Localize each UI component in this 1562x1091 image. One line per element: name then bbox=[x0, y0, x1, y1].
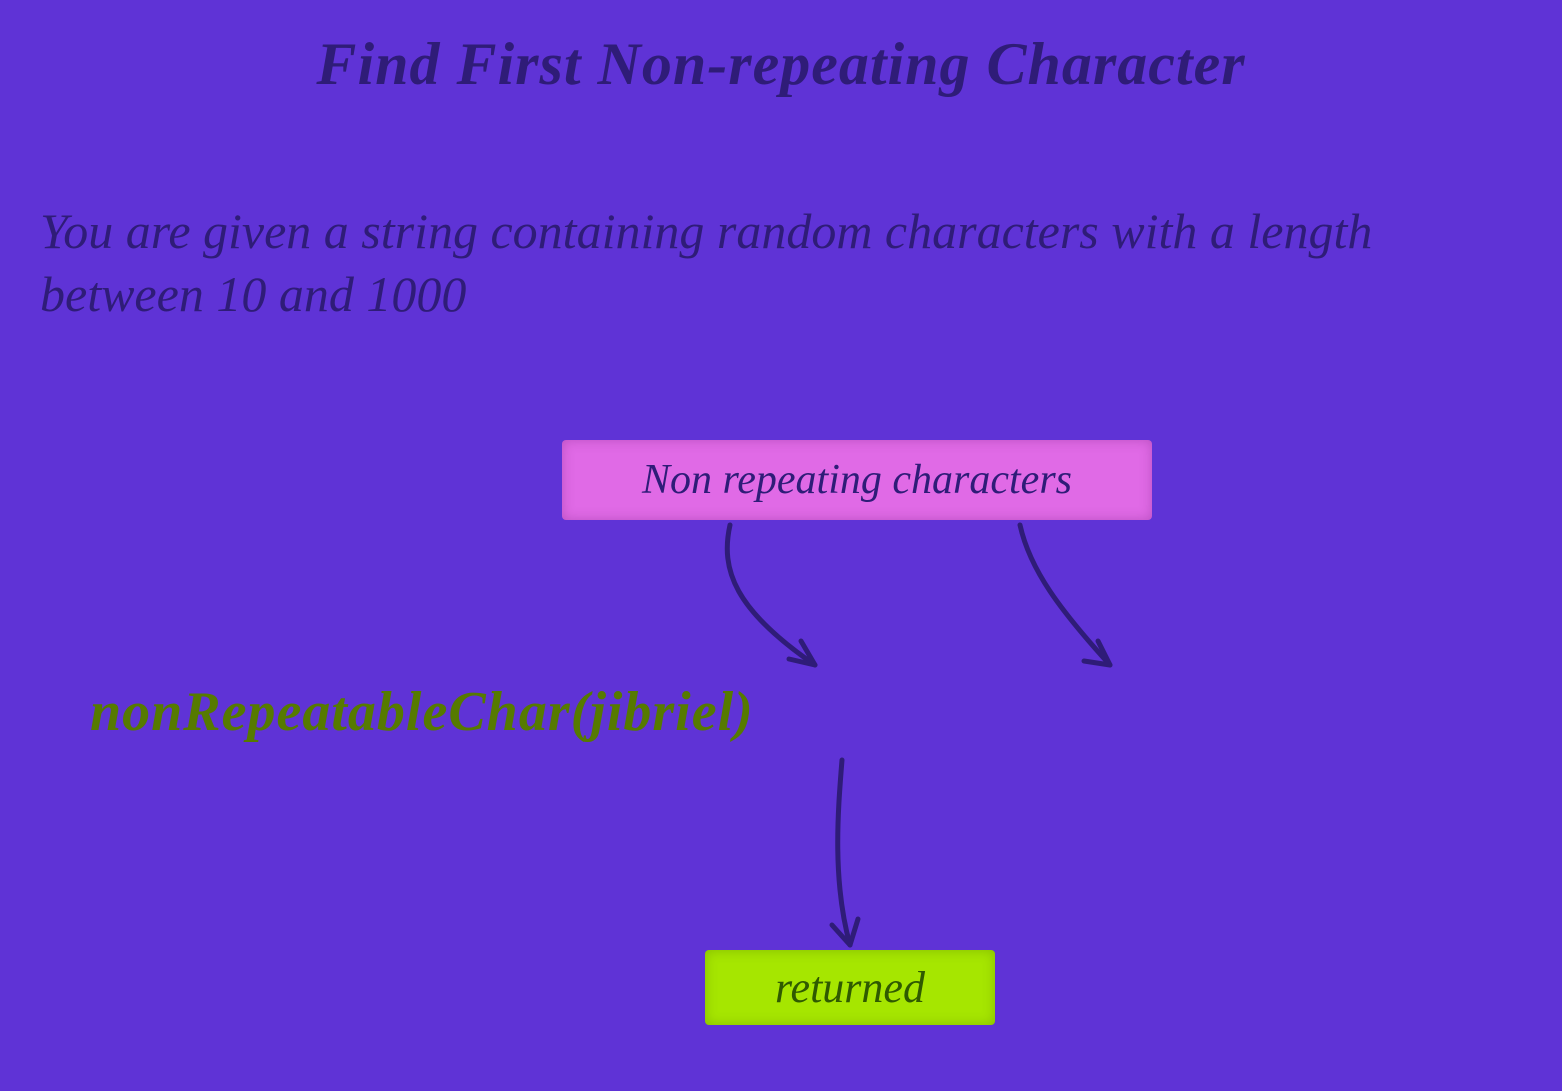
code-example: nonRepeatableChar(jibriel) bbox=[90, 680, 754, 744]
diagram-description: You are given a string containing random… bbox=[40, 200, 1522, 325]
non-repeating-label: Non repeating characters bbox=[562, 440, 1152, 520]
diagram-canvas: Find First Non-repeating Character You a… bbox=[0, 0, 1562, 1091]
diagram-title: Find First Non-repeating Character bbox=[0, 30, 1562, 99]
returned-label: returned bbox=[705, 950, 995, 1025]
annotation-arrows bbox=[0, 0, 1562, 1091]
